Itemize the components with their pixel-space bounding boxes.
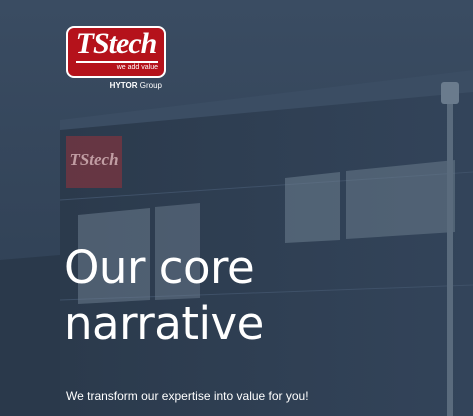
hero-headline-line2: narrative (64, 297, 264, 350)
logo-group-suffix: Group (139, 81, 162, 90)
logo-group-label: HYTOR Group (110, 81, 162, 91)
hero-headline-line1: Our core (64, 241, 255, 294)
logo-group-name: HYTOR (109, 81, 138, 90)
hero-subheadline: We transform our expertise into value fo… (66, 389, 309, 403)
tstech-logo[interactable]: TStech we add value HYTOR Group (66, 26, 166, 92)
logo-tagline: we add value (116, 64, 158, 71)
logo-brand-text: TStech (75, 27, 158, 60)
hero-headline: Our core narrative (64, 240, 424, 352)
building-sign-text: TStech (69, 150, 119, 169)
hero-banner: TStech TStech we add value HYTOR Group O… (0, 0, 473, 416)
